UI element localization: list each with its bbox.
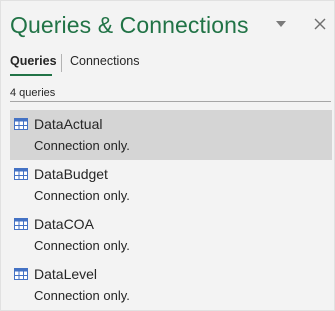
query-status: Connection only. [34,288,130,303]
query-status: Connection only. [34,238,130,253]
table-icon [14,268,28,280]
query-name: DataLevel [34,266,98,282]
queries-connections-pane: Queries & Connections Queries Connection… [0,0,335,311]
query-item-datacoa[interactable]: DataCOA Connection only. [10,210,332,260]
query-name: DataActual [34,116,103,132]
divider [10,101,331,102]
query-item-databudget[interactable]: DataBudget Connection only. [10,160,332,210]
query-item-dataactual[interactable]: DataActual Connection only. [10,110,332,160]
chevron-down-icon[interactable] [275,19,287,29]
query-status: Connection only. [34,188,130,203]
tab-connections[interactable]: Connections [70,54,140,68]
query-count: 4 queries [10,87,56,99]
active-tab-indicator [10,74,52,76]
query-list: DataActual Connection only. DataBudget C… [10,110,332,310]
tab-queries[interactable]: Queries [10,54,57,68]
query-item-datalevel[interactable]: DataLevel Connection only. [10,260,332,310]
query-status: Connection only. [34,138,130,153]
tab-divider [61,54,62,72]
query-name: DataBudget [34,166,108,182]
table-icon [14,168,28,180]
pane-title: Queries & Connections [10,12,249,38]
close-icon[interactable] [313,17,327,31]
table-icon [14,218,28,230]
query-name: DataCOA [34,216,94,232]
table-icon [14,118,28,130]
